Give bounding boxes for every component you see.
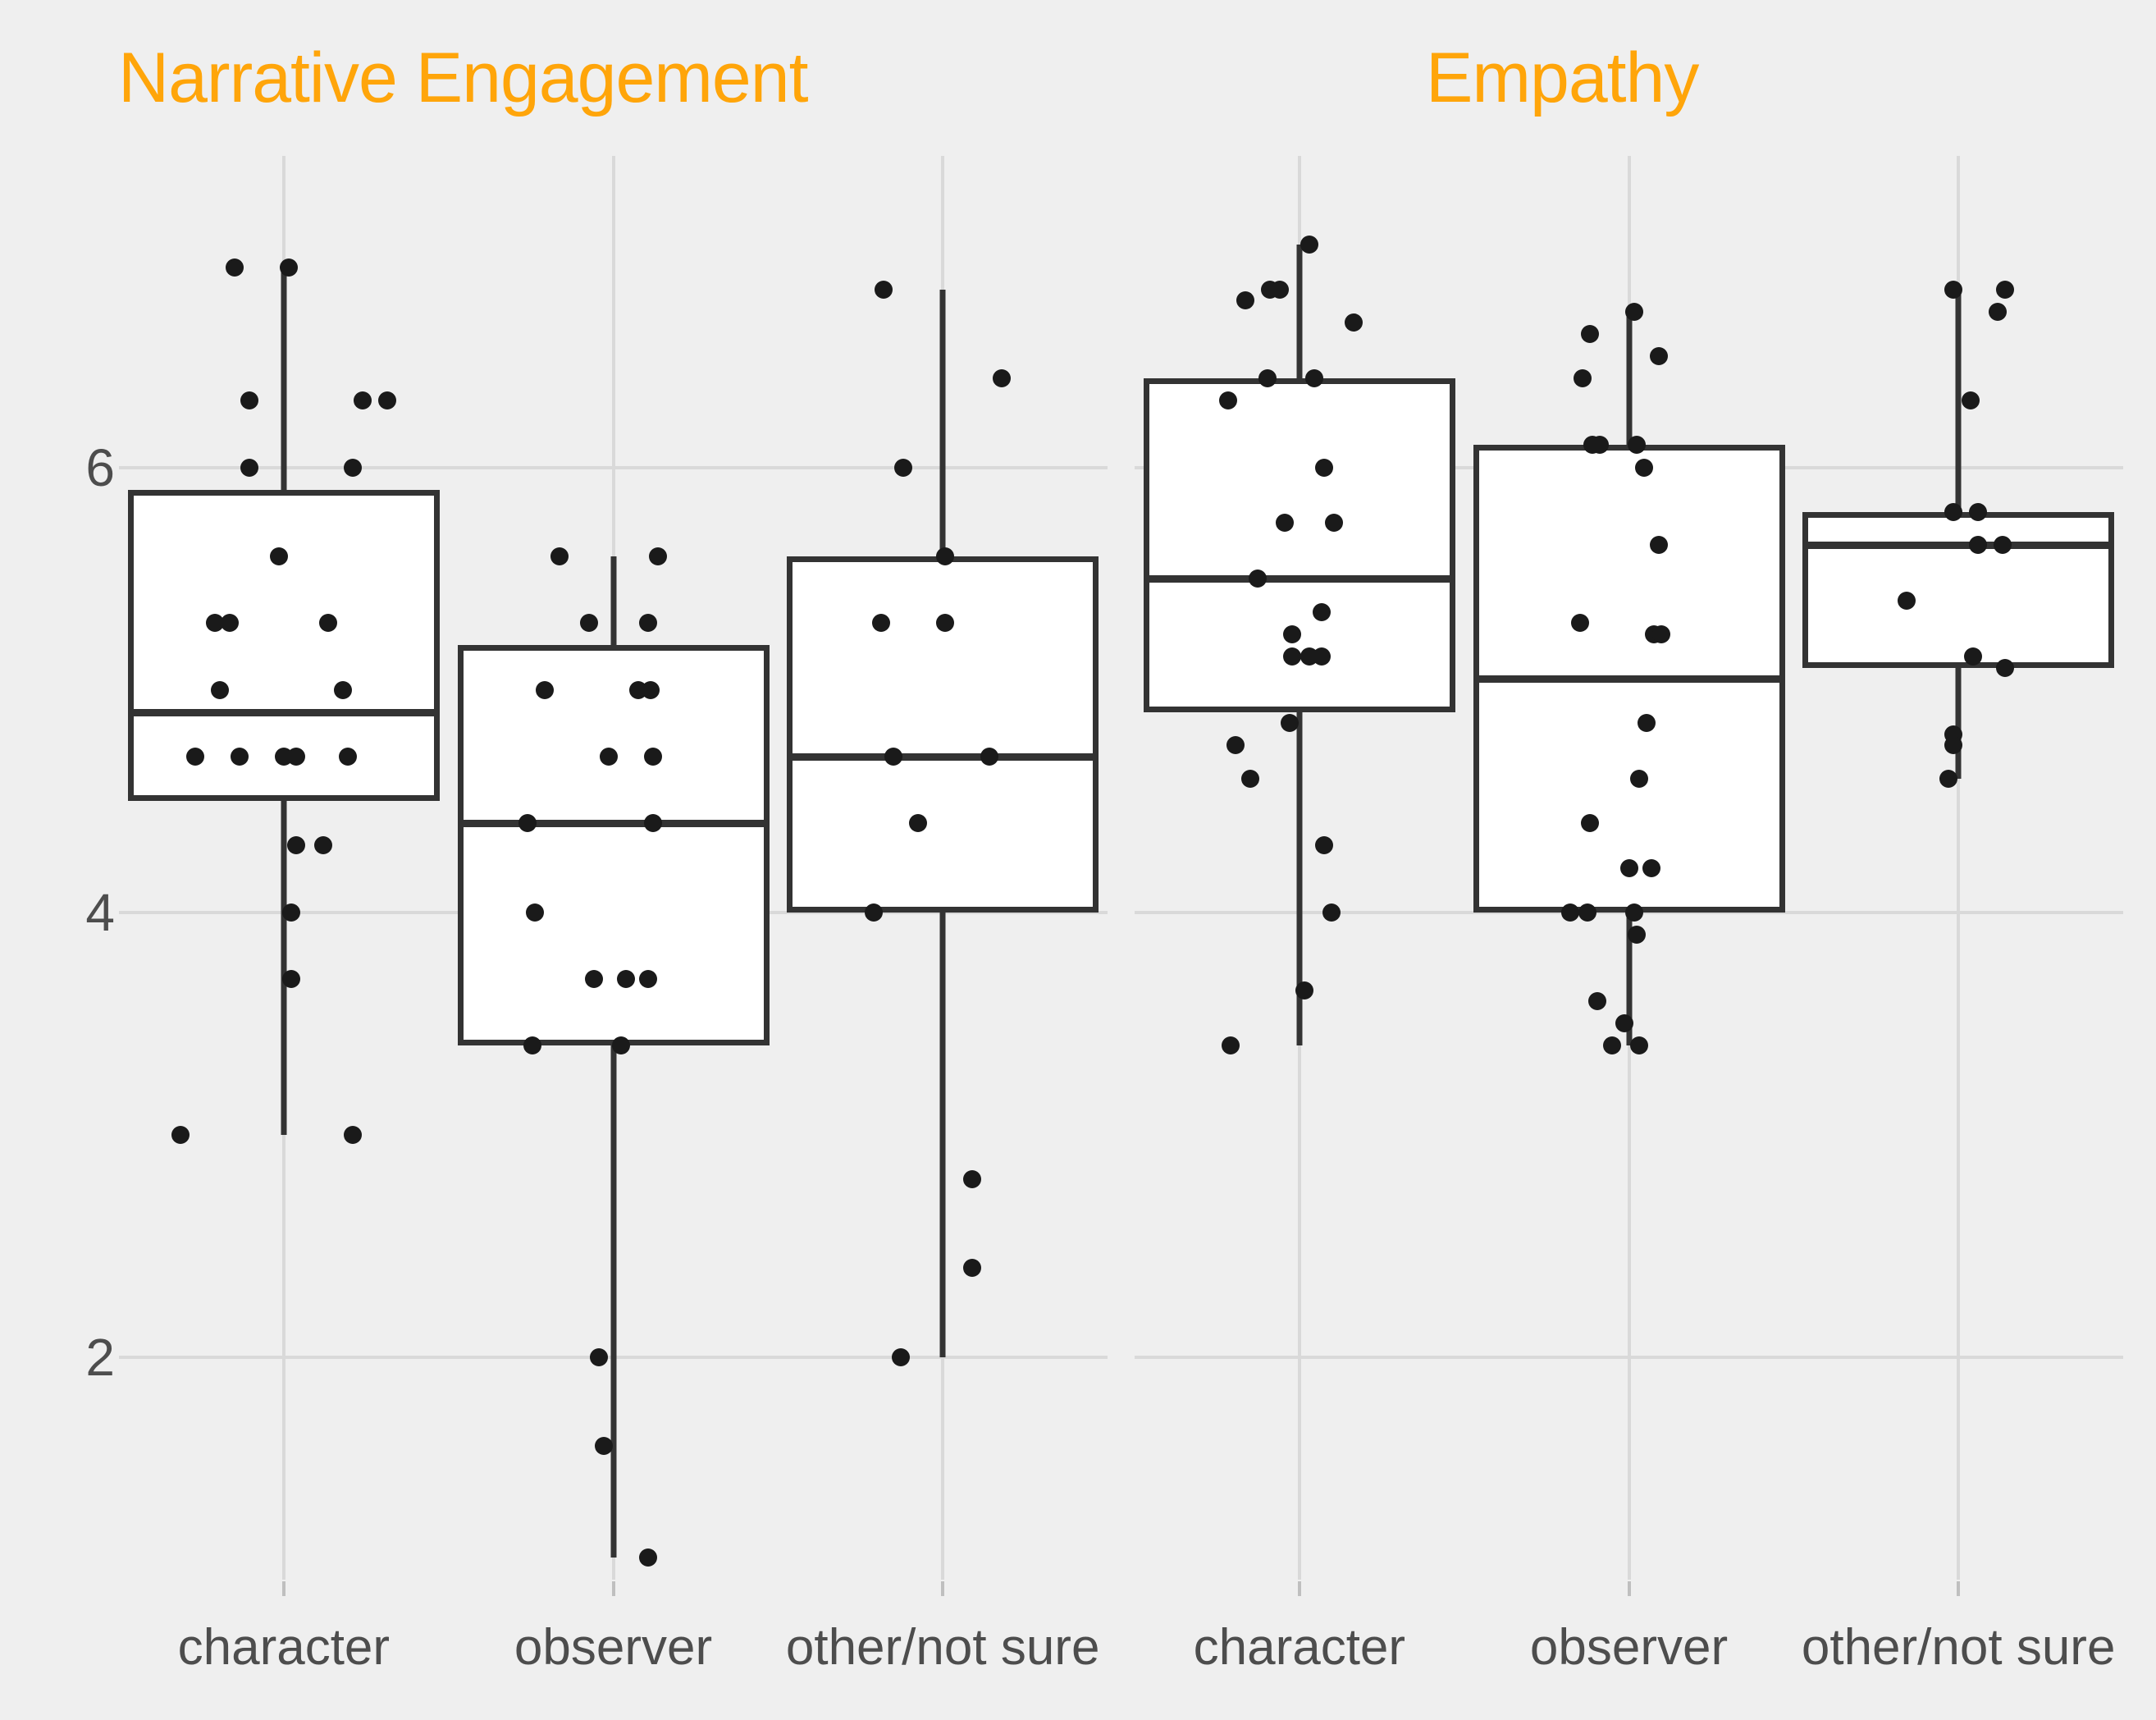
data-point [963, 1170, 982, 1189]
data-point [894, 458, 913, 477]
data-point [1989, 302, 2008, 321]
data-point [1964, 647, 1983, 666]
plot-area-empathy [1135, 156, 2123, 1580]
y-axis-tick-label: 4 [85, 882, 115, 942]
data-point [875, 280, 893, 299]
data-point [1944, 280, 1963, 299]
data-point [1939, 770, 1958, 789]
boxplot-other-not-sure [1135, 156, 2123, 1580]
x-axis-tick-label-character: character [177, 1619, 391, 1676]
data-point [1994, 536, 2012, 555]
x-axis-tick-mark [941, 1581, 945, 1596]
data-point [1962, 391, 1980, 410]
upper-whisker [939, 289, 946, 556]
lower-whisker [939, 912, 946, 1357]
data-point [872, 614, 891, 633]
data-point [1996, 658, 2015, 677]
box-iqr [1802, 511, 2115, 668]
median-line [1802, 542, 2115, 550]
x-axis-tick-mark [1297, 1581, 1301, 1596]
data-point [892, 1347, 911, 1366]
x-axis-tick-mark [1627, 1581, 1631, 1596]
plot-area-narrative-engagement [119, 156, 1108, 1580]
data-point [1969, 536, 1988, 555]
data-point [993, 369, 1012, 388]
data-point [909, 814, 928, 833]
chart-root: Narrative Engagement Empathy 2 4 6 charact… [0, 0, 2156, 1720]
x-axis-tick-label-character: character [1193, 1619, 1406, 1676]
data-point [936, 614, 955, 633]
x-axis-tick-label-observer: observer [1529, 1619, 1729, 1676]
data-point [963, 1259, 982, 1278]
data-point [1898, 592, 1916, 611]
panel-title-empathy: Empathy [1426, 39, 1699, 117]
median-line [787, 752, 1099, 761]
panel-narrative-engagement: character observer other/not sure [119, 156, 1108, 1673]
data-point [1996, 280, 2015, 299]
box-iqr [787, 556, 1099, 913]
y-axis-tick-label: 2 [85, 1327, 115, 1387]
panel-title-narrative-engagement: Narrative Engagement [118, 39, 808, 117]
x-axis-tick-mark [611, 1581, 615, 1596]
lower-whisker [1955, 667, 1962, 780]
data-point [1944, 736, 1963, 755]
data-point [980, 747, 999, 766]
panel-empathy: character observer other/not sure [1135, 156, 2123, 1673]
y-axis: 2 4 6 [0, 0, 115, 1720]
y-axis-tick-label: 6 [85, 437, 115, 497]
data-point [936, 547, 955, 565]
boxplot-other-not-sure [119, 156, 1108, 1580]
data-point [1969, 502, 1988, 521]
upper-whisker [1955, 289, 1962, 512]
data-point [865, 903, 884, 922]
data-point [1944, 502, 1963, 521]
data-point [884, 747, 903, 766]
x-axis-tick-mark [1957, 1581, 1961, 1596]
x-axis-tick-label-observer: observer [514, 1619, 713, 1676]
x-axis-tick-label-other-not-sure: other/not sure [1801, 1619, 2116, 1676]
x-axis-tick-label-other-not-sure: other/not sure [785, 1619, 1100, 1676]
x-axis-tick-mark [281, 1581, 285, 1596]
